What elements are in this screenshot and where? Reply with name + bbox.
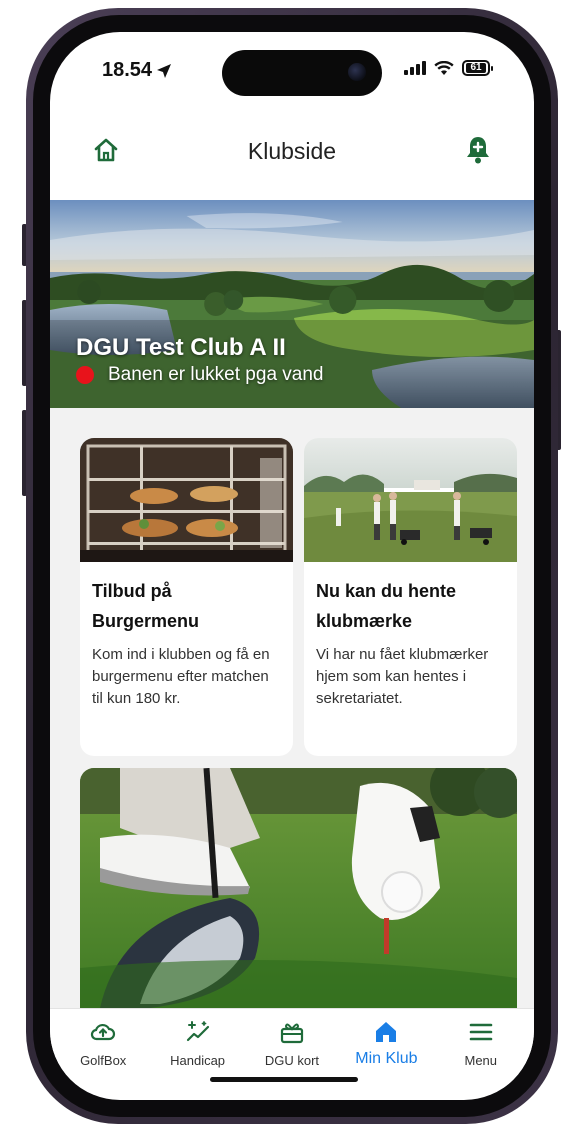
tab-label: Handicap bbox=[170, 1053, 226, 1068]
course-status: Banen er lukket pga vand bbox=[76, 364, 324, 386]
tab-label: GolfBox bbox=[80, 1053, 127, 1068]
bottom-tab-bar: GolfBox Handicap DGU kort Min Klub Menu bbox=[50, 1008, 534, 1088]
dynamic-island bbox=[222, 50, 382, 96]
news-card-title: Nu kan du hente klubmærke bbox=[316, 581, 457, 631]
battery-icon: 61 bbox=[462, 60, 493, 76]
status-time: 18.54 bbox=[102, 59, 172, 82]
phone-screen: 18.54 61 Klubside DGU Test Club A II Ban… bbox=[50, 32, 534, 1100]
cellular-signal-icon bbox=[404, 61, 426, 75]
page-title: Klubside bbox=[247, 138, 337, 164]
news-feed[interactable]: Tilbud på Burgermenu Kom ind i klubben o… bbox=[50, 408, 534, 1008]
course-status-text: Banen er lukket pga vand bbox=[108, 364, 324, 385]
tab-label: Menu bbox=[464, 1053, 498, 1068]
tab-label: DGU kort bbox=[264, 1053, 320, 1068]
wifi-icon bbox=[434, 60, 454, 75]
front-camera bbox=[348, 63, 366, 81]
phone-bezel: 18.54 61 Klubside DGU Test Club A II Ban… bbox=[33, 15, 551, 1117]
status-icons: 61 bbox=[404, 60, 493, 76]
phone-frame: 18.54 61 Klubside DGU Test Club A II Ban… bbox=[26, 8, 558, 1124]
news-card-teeshot[interactable] bbox=[80, 768, 517, 1008]
sparkle-trend-icon bbox=[186, 1021, 209, 1042]
tab-label: Min Klub bbox=[355, 1050, 418, 1067]
gift-card-icon bbox=[280, 1023, 304, 1044]
news-card-title: Tilbud på Burgermenu bbox=[92, 581, 200, 631]
news-card-klubmaerke[interactable]: Nu kan du hente klubmærke Vi har nu fået… bbox=[304, 438, 517, 756]
club-name: DGU Test Club A II bbox=[76, 334, 286, 361]
news-card-burgermenu[interactable]: Tilbud på Burgermenu Kom ind i klubben o… bbox=[80, 438, 293, 756]
status-time-text: 18.54 bbox=[102, 59, 153, 81]
notifications-button[interactable] bbox=[464, 134, 492, 164]
battery-level: 61 bbox=[466, 63, 486, 73]
news-card-text: Vi har nu fået klubmærker hjem som kan h… bbox=[316, 646, 489, 707]
tab-golfbox[interactable]: GolfBox bbox=[58, 1009, 148, 1088]
app-header: Klubside bbox=[50, 102, 534, 200]
status-dot-icon bbox=[76, 366, 94, 384]
golf-tee-closeup-image bbox=[80, 768, 517, 1008]
home-icon bbox=[376, 1022, 397, 1042]
tab-menu[interactable]: Menu bbox=[436, 1009, 526, 1088]
hamburger-icon bbox=[469, 1023, 493, 1041]
home-indicator[interactable] bbox=[210, 1077, 358, 1082]
bell-add-icon bbox=[467, 137, 489, 164]
burger-display-image bbox=[80, 438, 293, 562]
news-card-text: Kom ind i klubben og få en burgermenu ef… bbox=[92, 646, 270, 707]
location-arrow-icon bbox=[157, 63, 172, 78]
golfers-on-course-image bbox=[304, 438, 517, 562]
status-bar: 18.54 61 bbox=[50, 32, 534, 102]
club-hero-banner[interactable]: DGU Test Club A II Banen er lukket pga v… bbox=[50, 200, 534, 408]
cloud-upload-icon bbox=[91, 1023, 116, 1041]
